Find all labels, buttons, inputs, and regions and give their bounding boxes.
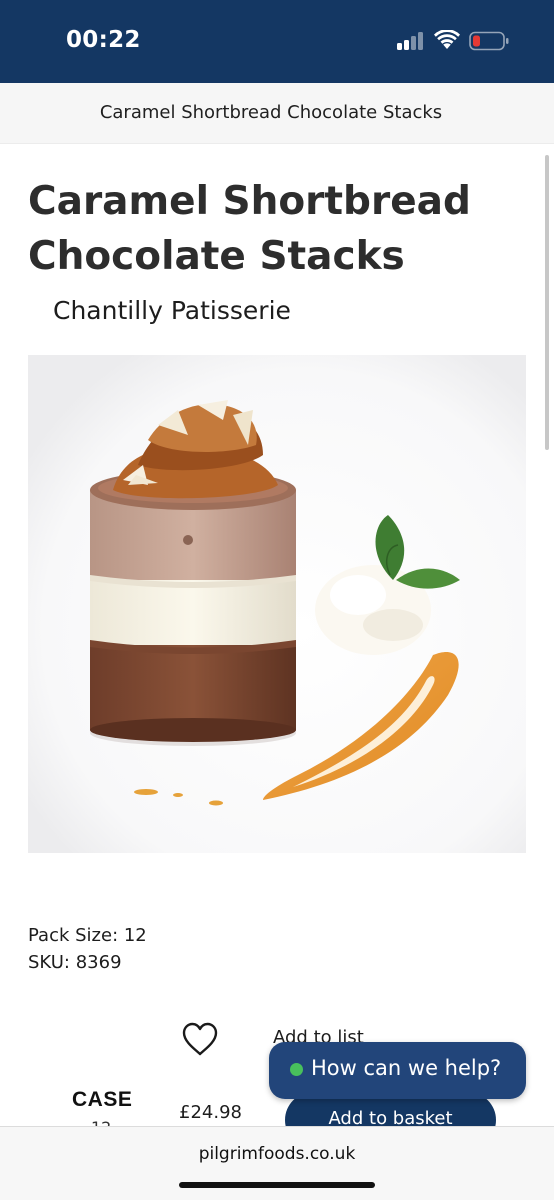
page-header-title: Caramel Shortbread Chocolate Stacks: [99, 102, 443, 123]
status-bar: 00:22: [0, 0, 554, 83]
product-brand[interactable]: Chantilly Patisserie: [53, 296, 291, 325]
address-domain[interactable]: pilgrimfoods.co.uk: [0, 1144, 554, 1164]
wifi-icon: [434, 30, 460, 49]
battery-low-icon: [469, 31, 509, 51]
page-header: Caramel Shortbread Chocolate Stacks: [0, 83, 554, 144]
case-label: CASE: [72, 1088, 133, 1111]
price: £24.98: [179, 1102, 242, 1123]
scrollbar[interactable]: [545, 155, 549, 450]
heart-icon[interactable]: [181, 1021, 219, 1057]
product-title: Caramel Shortbread Chocolate Stacks: [28, 179, 471, 279]
online-status-icon: [290, 1063, 303, 1076]
sku: SKU: 8369: [28, 952, 122, 973]
product-image[interactable]: [28, 355, 526, 853]
browser-address-bar[interactable]: pilgrimfoods.co.uk: [0, 1126, 554, 1200]
status-time: 00:22: [66, 27, 141, 53]
home-indicator[interactable]: [179, 1182, 375, 1188]
pack-size: Pack Size: 12: [28, 925, 147, 946]
chat-help-button[interactable]: How can we help?: [269, 1042, 526, 1099]
chat-help-label: How can we help?: [311, 1056, 502, 1080]
cellular-signal-icon: [397, 31, 425, 50]
